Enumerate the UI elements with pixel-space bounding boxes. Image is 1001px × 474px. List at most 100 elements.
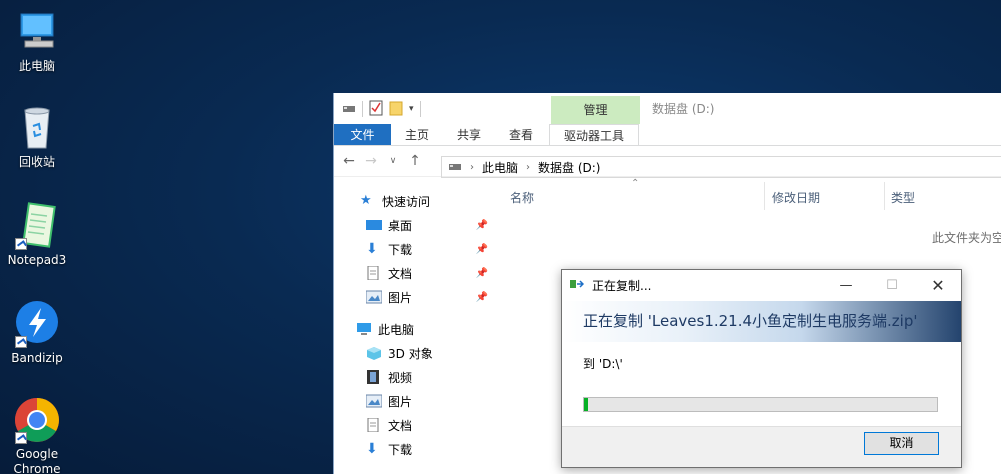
nav-label: 此电脑: [378, 322, 415, 337]
empty-folder-message: 此文件夹为空: [932, 231, 1001, 245]
desktop-icon-bandizip[interactable]: Bandizip: [6, 300, 68, 366]
destination-label: 到 'D:\': [583, 357, 623, 371]
nav-label: 图片: [388, 290, 413, 305]
tab-share[interactable]: 共享: [443, 124, 495, 145]
copy-progress-dialog: 正在复制... — ☐ ✕ 正在复制 'Leaves1.21.4小鱼定制生电服务…: [561, 269, 962, 468]
nav-item-downloads[interactable]: ⬇ 下载 📌: [334, 237, 494, 261]
videos-icon: [366, 370, 382, 384]
drive-icon: [342, 102, 356, 117]
cancel-button[interactable]: 取消: [864, 432, 939, 455]
explorer-titlebar: ▾ 管理 数据盘 (D:): [334, 93, 1001, 124]
column-divider[interactable]: [764, 182, 765, 210]
new-folder-icon[interactable]: [389, 100, 403, 119]
column-header-date[interactable]: 修改日期: [772, 189, 820, 206]
documents-icon: [366, 417, 382, 433]
chrome-icon: [13, 396, 61, 444]
window-title: 数据盘 (D:): [652, 102, 715, 116]
nav-item-pictures-pc[interactable]: 图片: [334, 389, 494, 413]
nav-item-desktop[interactable]: 桌面 📌: [334, 213, 494, 237]
shortcut-arrow-icon: [15, 432, 27, 444]
desktop-icon-label: Notepad3: [7, 253, 67, 267]
nav-item-documents[interactable]: 文档 📌: [334, 261, 494, 285]
up-arrow-icon[interactable]: ↑: [408, 153, 422, 169]
nav-this-pc[interactable]: 此电脑: [334, 317, 494, 341]
documents-icon: [366, 265, 382, 281]
nav-label: 图片: [388, 394, 413, 409]
breadcrumb-item-drive-d[interactable]: 数据盘 (D:): [538, 159, 600, 176]
column-header-row: ⌃ 名称 修改日期 类型: [494, 178, 1001, 210]
properties-icon[interactable]: [369, 100, 383, 119]
pin-icon[interactable]: 📌: [476, 268, 488, 279]
nav-label: 下载: [388, 442, 413, 457]
copy-icon: [570, 278, 585, 293]
computer-icon: [13, 8, 61, 56]
shortcut-arrow-icon: [15, 336, 27, 348]
close-button[interactable]: ✕: [915, 270, 961, 301]
star-icon: ★: [360, 193, 372, 208]
nav-item-downloads-pc[interactable]: ⬇ 下载: [334, 437, 494, 461]
3d-objects-icon: [366, 346, 382, 360]
tab-file[interactable]: 文件: [334, 124, 391, 145]
tab-drive-tools[interactable]: 驱动器工具: [549, 124, 640, 145]
dialog-footer: 取消: [562, 426, 961, 466]
progress-fill: [584, 398, 588, 411]
breadcrumb-item-this-pc[interactable]: 此电脑: [482, 159, 518, 176]
desktop-icon-label: Bandizip: [11, 351, 63, 365]
dialog-titlebar: 正在复制... — ☐ ✕: [562, 270, 961, 301]
column-divider[interactable]: [884, 182, 885, 210]
download-arrow-icon: ⬇: [366, 441, 378, 457]
column-header-type[interactable]: 类型: [891, 189, 915, 206]
desktop-icon-label: 回收站: [18, 155, 55, 169]
tab-view[interactable]: 查看: [495, 124, 547, 145]
pin-icon[interactable]: 📌: [476, 244, 488, 255]
desktop-icon-label: Google Chrome: [13, 447, 61, 474]
nav-label: 文档: [388, 418, 413, 433]
back-arrow-icon[interactable]: ←: [342, 153, 356, 169]
dialog-body: 到 'D:\': [562, 342, 961, 426]
qat-dropdown-icon[interactable]: ▾: [409, 104, 414, 114]
breadcrumb[interactable]: › 此电脑 › 数据盘 (D:): [441, 156, 1001, 178]
desktop-icon-notepad3[interactable]: Notepad3: [6, 202, 68, 268]
notepad-icon: [13, 202, 61, 250]
sort-ascending-icon: ⌃: [631, 178, 640, 189]
desktop-folder-icon: [366, 218, 382, 232]
ribbon-tabs: 文件 主页 共享 查看 驱动器工具: [334, 124, 1001, 146]
pictures-icon: [365, 394, 383, 408]
nav-label: 下载: [388, 242, 413, 257]
toolbar-divider: [419, 101, 421, 117]
nav-item-pictures[interactable]: 图片 📌: [334, 285, 494, 309]
breadcrumb-chevron-icon[interactable]: ›: [526, 162, 530, 173]
nav-label: 快速访问: [382, 194, 431, 209]
nav-label: 3D 对象: [388, 346, 433, 361]
maximize-button[interactable]: ☐: [869, 270, 915, 301]
dialog-title: 正在复制...: [592, 279, 652, 293]
shortcut-arrow-icon: [15, 238, 27, 250]
computer-icon: [356, 322, 372, 336]
breadcrumb-chevron-icon[interactable]: ›: [470, 162, 474, 173]
download-arrow-icon: ⬇: [366, 241, 378, 257]
nav-item-3d-objects[interactable]: 3D 对象: [334, 341, 494, 365]
column-header-name[interactable]: 名称: [510, 189, 534, 206]
contextual-tab-group-manage: 管理: [551, 96, 640, 124]
nav-item-documents-pc[interactable]: 文档: [334, 413, 494, 437]
tab-home[interactable]: 主页: [391, 124, 443, 145]
minimize-button[interactable]: —: [823, 270, 869, 301]
bandizip-icon: [13, 300, 61, 348]
nav-quick-access[interactable]: ★ 快速访问: [334, 189, 494, 213]
copy-heading: 正在复制 'Leaves1.21.4小鱼定制生电服务端.zip': [562, 301, 961, 342]
nav-item-videos[interactable]: 视频: [334, 365, 494, 389]
forward-arrow-icon[interactable]: →: [364, 153, 378, 169]
recycle-bin-icon: [13, 104, 61, 152]
nav-label: 文档: [388, 266, 413, 281]
desktop-icon-recycle-bin[interactable]: 回收站: [6, 104, 68, 170]
quick-access-toolbar: ▾: [334, 94, 421, 124]
pin-icon[interactable]: 📌: [476, 220, 488, 231]
desktop-icon-label: 此电脑: [18, 59, 55, 73]
drive-icon: [448, 160, 462, 174]
pictures-icon: [365, 290, 383, 304]
nav-label: 桌面: [388, 218, 413, 233]
desktop-icon-chrome[interactable]: Google Chrome: [6, 396, 68, 474]
pin-icon[interactable]: 📌: [476, 292, 488, 303]
recent-locations-chevron-icon[interactable]: ∨: [386, 156, 400, 166]
desktop-icon-this-pc[interactable]: 此电脑: [6, 8, 68, 74]
